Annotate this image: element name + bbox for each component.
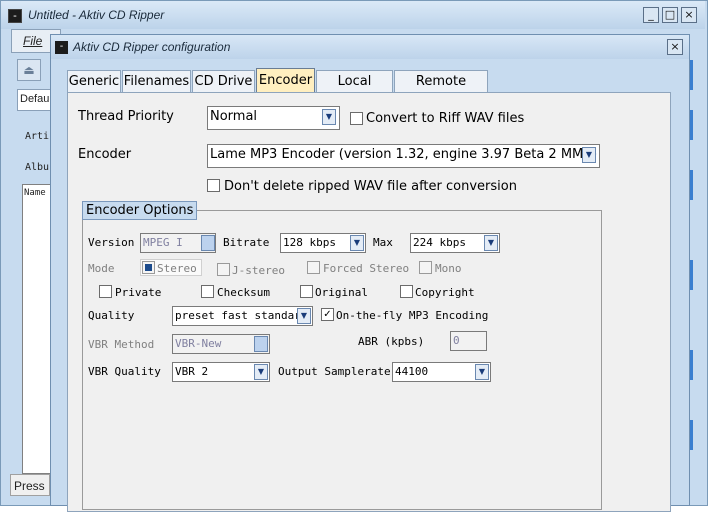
tab-filenames[interactable]: Filenames bbox=[122, 70, 191, 93]
vbr-quality-dropdown-icon[interactable]: ▼ bbox=[254, 364, 268, 380]
convert-riff-checkbox[interactable] bbox=[350, 112, 363, 125]
tab-remote-cddb[interactable]: Remote CDDB bbox=[394, 70, 488, 110]
tab-generic[interactable]: Generic bbox=[67, 70, 121, 93]
dont-delete-wav-label: Don't delete ripped WAV file after conve… bbox=[224, 179, 517, 194]
bitrate-value: 128 kbps bbox=[283, 236, 336, 249]
output-samplerate-dropdown-icon[interactable]: ▼ bbox=[475, 364, 489, 380]
quality-select[interactable]: preset fast standard bbox=[172, 306, 313, 326]
encoder-select[interactable]: Lame MP3 Encoder (version 1.32, engine 3… bbox=[207, 144, 600, 168]
version-label: Version bbox=[88, 236, 135, 249]
dont-delete-wav-checkbox[interactable] bbox=[207, 179, 220, 192]
thread-priority-label: Thread Priority bbox=[78, 109, 174, 124]
menu-file[interactable]: File bbox=[23, 34, 42, 48]
mode-forced-stereo-radio[interactable] bbox=[307, 261, 320, 274]
abr-value: 0 bbox=[453, 334, 460, 347]
checksum-label: Checksum bbox=[217, 286, 270, 299]
max-value: 224 kbps bbox=[413, 236, 466, 249]
minimize-icon[interactable]: _ bbox=[643, 7, 659, 23]
tab-cd-drive[interactable]: CD Drive bbox=[192, 70, 255, 93]
output-samplerate-label: Output Samplerate bbox=[278, 365, 391, 378]
onthefly-label: On-the-fly MP3 Encoding bbox=[336, 309, 489, 322]
checksum-checkbox[interactable] bbox=[201, 285, 214, 298]
mode-forced-stereo-label: Forced Stereo bbox=[323, 262, 410, 275]
encoder-dropdown-icon[interactable]: ▼ bbox=[582, 147, 596, 163]
version-value: MPEG I bbox=[143, 236, 183, 249]
vbr-quality-value: VBR 2 bbox=[175, 365, 209, 378]
convert-riff-label: Convert to Riff WAV files bbox=[366, 111, 525, 126]
list-header-name[interactable]: Name bbox=[24, 188, 46, 198]
abr-input[interactable]: 0 bbox=[450, 331, 487, 351]
output-samplerate-value: 44100 bbox=[395, 365, 429, 378]
bitrate-label: Bitrate bbox=[223, 236, 270, 249]
thread-priority-dropdown-icon[interactable]: ▼ bbox=[322, 109, 336, 125]
mode-mono-radio[interactable] bbox=[419, 261, 432, 274]
artist-label: Arti bbox=[25, 131, 50, 142]
mode-label: Mode bbox=[88, 262, 115, 275]
main-window-title: Untitled - Aktiv CD Ripper bbox=[28, 8, 165, 22]
onthefly-checkbox[interactable]: ✓ bbox=[321, 308, 334, 321]
status-text: Press bbox=[14, 479, 45, 493]
profile-combo-value: Defau bbox=[20, 93, 50, 105]
vbr-method-label: VBR Method bbox=[88, 338, 155, 351]
dialog-close-icon[interactable]: × bbox=[667, 39, 683, 55]
mode-mono-label: Mono bbox=[435, 262, 462, 275]
bitrate-dropdown-icon[interactable]: ▼ bbox=[350, 235, 364, 251]
dialog-system-menu-icon[interactable]: - bbox=[55, 41, 68, 54]
copyright-checkbox[interactable] bbox=[400, 285, 413, 298]
mode-stereo-radio[interactable] bbox=[142, 261, 155, 274]
quality-dropdown-icon[interactable]: ▼ bbox=[297, 308, 311, 324]
vbr-quality-label: VBR Quality bbox=[88, 365, 161, 378]
max-label: Max bbox=[373, 236, 393, 249]
quality-value: preset fast standard bbox=[175, 309, 308, 322]
version-dropdown-icon[interactable] bbox=[201, 235, 215, 251]
eject-icon[interactable]: ⏏ bbox=[17, 59, 41, 81]
encoder-tab-panel: Thread Priority Normal ▼ Convert to Riff… bbox=[67, 92, 671, 512]
thread-priority-value: Normal bbox=[210, 109, 258, 124]
vbr-method-value: VBR-New bbox=[175, 337, 222, 350]
config-dialog: - Aktiv CD Ripper configuration × Generi… bbox=[50, 34, 690, 512]
close-icon[interactable]: × bbox=[681, 7, 697, 23]
encoder-options-group bbox=[82, 210, 602, 510]
private-label: Private bbox=[115, 286, 162, 299]
tab-encoder[interactable]: Encoder bbox=[256, 68, 315, 93]
thread-priority-select[interactable]: Normal bbox=[207, 106, 340, 130]
quality-label: Quality bbox=[88, 309, 135, 322]
vbr-method-dropdown-icon[interactable] bbox=[254, 336, 268, 352]
dialog-title: Aktiv CD Ripper configuration bbox=[73, 40, 231, 54]
original-checkbox[interactable] bbox=[300, 285, 313, 298]
mode-stereo-label: Stereo bbox=[157, 262, 197, 275]
encoder-options-title: Encoder Options bbox=[82, 201, 198, 220]
encoder-label: Encoder bbox=[78, 147, 132, 162]
copyright-label: Copyright bbox=[415, 286, 475, 299]
mode-jstereo-label: J-stereo bbox=[232, 264, 285, 277]
mode-jstereo-radio[interactable] bbox=[217, 263, 230, 276]
album-label: Albu bbox=[25, 162, 50, 173]
abr-label: ABR (kpbs) bbox=[358, 335, 425, 348]
max-dropdown-icon[interactable]: ▼ bbox=[484, 235, 498, 251]
mode-stereo-selected-dot bbox=[145, 264, 152, 271]
tab-local-cddb[interactable]: Local CDDB bbox=[316, 70, 393, 110]
private-checkbox[interactable] bbox=[99, 285, 112, 298]
encoder-value: Lame MP3 Encoder (version 1.32, engine 3… bbox=[210, 147, 598, 162]
original-label: Original bbox=[315, 286, 368, 299]
main-system-menu-icon[interactable]: - bbox=[8, 9, 22, 23]
maximize-icon[interactable]: □ bbox=[662, 7, 678, 23]
